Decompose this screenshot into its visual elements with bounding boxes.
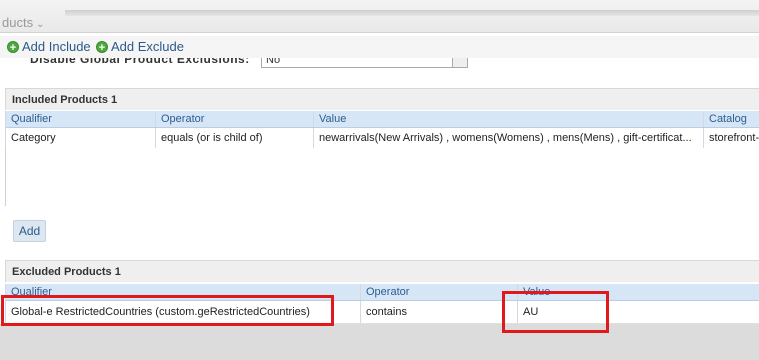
breadcrumb[interactable]: ducts ⌄ xyxy=(2,15,44,30)
included-grid-body xyxy=(5,148,759,206)
chevron-down-icon: ⌄ xyxy=(36,19,45,30)
top-bar-shadow xyxy=(65,10,759,16)
plus-circle-icon: + xyxy=(7,40,19,54)
add-include-button[interactable]: + Add Include xyxy=(7,39,91,54)
breadcrumb-label: ducts xyxy=(2,15,34,30)
top-bar: ducts ⌄ xyxy=(0,0,759,33)
add-exclude-button[interactable]: + Add Exclude xyxy=(96,39,184,54)
bottom-panel xyxy=(0,324,759,360)
excluded-products-title: Excluded Products 1 xyxy=(5,260,759,282)
add-button[interactable]: Add xyxy=(13,220,46,242)
add-include-label: Add Include xyxy=(22,39,91,54)
column-header-catalog[interactable]: Catalog xyxy=(704,111,759,127)
table-row[interactable]: Category equals (or is child of) newarri… xyxy=(6,128,759,149)
column-header-operator[interactable]: Operator xyxy=(156,111,314,127)
qualifier-highlight-box xyxy=(1,295,334,326)
plus-circle-icon: + xyxy=(96,40,108,54)
operator-cell: equals (or is child of) xyxy=(156,128,314,148)
catalog-cell: storefront-c xyxy=(709,132,759,144)
value-highlight-box xyxy=(502,291,609,333)
value-cell: newarrivals(New Arrivals) , womens(Women… xyxy=(314,128,704,148)
column-header-qualifier[interactable]: Qualifier xyxy=(6,111,156,127)
included-header-row: Qualifier Operator Value Catalog xyxy=(6,111,759,128)
included-products-grid: Qualifier Operator Value Catalog Categor… xyxy=(5,111,759,149)
operator-cell: contains xyxy=(361,301,518,323)
column-header-operator[interactable]: Operator xyxy=(361,284,518,300)
add-exclude-label: Add Exclude xyxy=(111,39,184,54)
toolbar: + Add Include + Add Exclude xyxy=(0,36,759,58)
column-header-value[interactable]: Value xyxy=(314,111,704,127)
included-products-title: Included Products 1 xyxy=(5,88,759,110)
qualifier-cell: Category xyxy=(6,128,156,148)
